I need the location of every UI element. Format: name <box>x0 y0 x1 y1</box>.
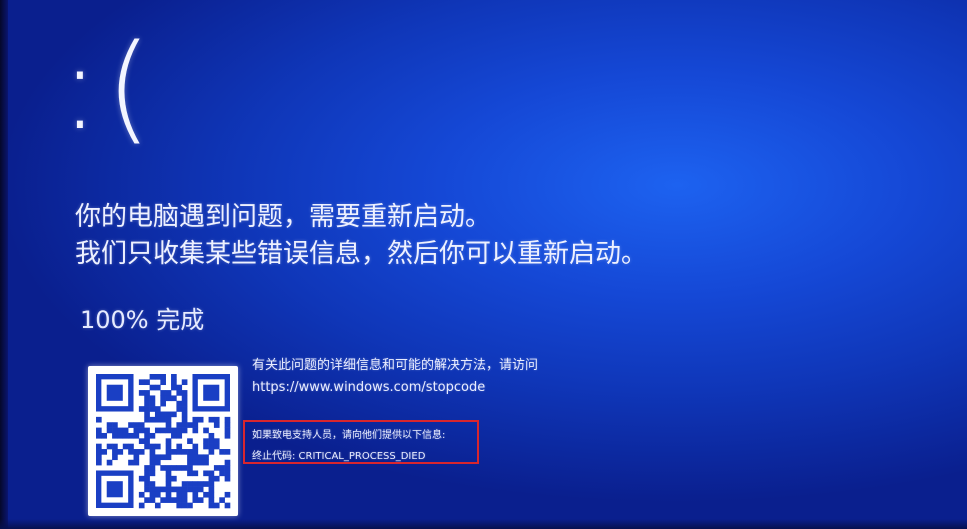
monitor-bezel-bottom <box>0 519 967 529</box>
progress-text: 100% 完成 <box>80 306 205 334</box>
monitor-bezel <box>0 0 8 529</box>
stop-code-text: 终止代码: CRITICAL_PROCESS_DIED <box>252 451 426 462</box>
qr-code-icon <box>88 366 238 516</box>
bsod-screen: :( 你的电脑遇到问题，需要重新启动。 我们只收集某些错误信息，然后你可以重新启… <box>0 0 967 529</box>
sad-face-icon: :( <box>60 18 158 156</box>
error-message-line-2: 我们只收集某些错误信息，然后你可以重新启动。 <box>75 239 648 269</box>
error-message-line-1: 你的电脑遇到问题，需要重新启动。 <box>75 202 492 232</box>
qr-code-graphic <box>96 374 231 509</box>
info-text: 有关此问题的详细信息和可能的解决方法，请访问 <box>252 358 539 373</box>
stopcode-url[interactable]: https://www.windows.com/stopcode <box>252 380 485 395</box>
support-info-text: 如果致电支持人员，请向他们提供以下信息: <box>252 430 446 441</box>
